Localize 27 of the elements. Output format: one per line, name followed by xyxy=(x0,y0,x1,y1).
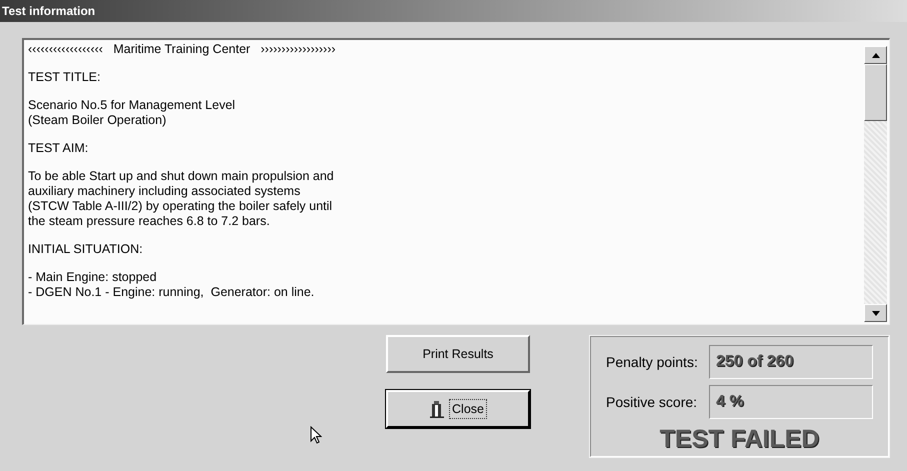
print-button[interactable]: Print Results xyxy=(386,335,530,373)
text-line: To be able Start up and shut down main propulsion and xyxy=(28,169,334,184)
result-field: 250 of 260 xyxy=(709,345,873,379)
text-line: TEST TITLE: xyxy=(28,70,100,85)
text-line: - DGEN No.1 - Engine: running, Generator: on line. xyxy=(28,285,314,300)
window-title: Test information xyxy=(2,3,96,20)
result-field: 4 % xyxy=(709,385,873,419)
text-line: INITIAL SITUATION: xyxy=(28,242,143,257)
field-label: Positive score: xyxy=(606,392,698,412)
mouse-pointer-icon xyxy=(310,426,322,445)
text-line: auxiliary machinery including associated systems xyxy=(28,184,300,199)
scroll-down-button[interactable] xyxy=(864,304,887,322)
up-arrow-icon xyxy=(872,52,880,58)
scrollbar[interactable] xyxy=(864,46,887,322)
down-arrow-icon xyxy=(872,310,880,316)
text-line: the steam pressure reaches 6.8 to 7.2 bars. xyxy=(28,214,270,229)
text-line: (Steam Boiler Operation) xyxy=(28,113,166,128)
text-line: TEST AIM: xyxy=(28,141,88,156)
text-line: (STCW Table A-III/2) by operating the boiler safely until xyxy=(28,199,332,214)
text-line: Scenario No.5 for Management Level xyxy=(28,98,236,113)
scroll-up-button[interactable] xyxy=(864,46,887,64)
verdict-text: TEST FAILED xyxy=(658,427,820,452)
close-button[interactable]: Close xyxy=(386,390,530,428)
field-label: Penalty points: xyxy=(606,352,698,372)
text-line: - Main Engine: stopped xyxy=(28,270,157,285)
scroll-thumb[interactable] xyxy=(864,64,887,121)
text-line: ‹‹‹‹‹‹‹‹‹‹‹‹‹‹‹‹‹‹ Maritime Training Center ›››››››››››››››››› xyxy=(28,42,336,57)
